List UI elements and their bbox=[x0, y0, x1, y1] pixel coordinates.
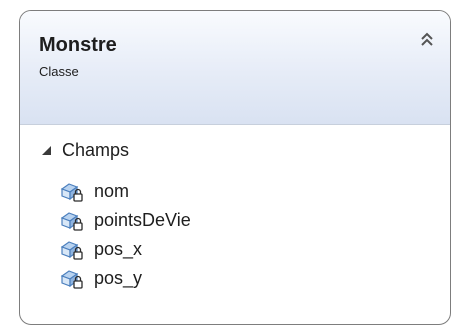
private-field-icon bbox=[60, 211, 83, 231]
field-item-pos_x[interactable]: pos_x bbox=[60, 235, 191, 264]
class-shape[interactable]: Monstre Classe Champs nom pointsDeVie po… bbox=[19, 10, 451, 325]
fields-section-label: Champs bbox=[62, 139, 130, 160]
field-label: nom bbox=[94, 181, 130, 201]
field-label: pos_x bbox=[94, 239, 143, 259]
class-header: Monstre Classe bbox=[20, 11, 450, 124]
expanded-triangle-icon[interactable] bbox=[40, 144, 52, 156]
fields-list: nom pointsDeVie pos_x pos_y bbox=[60, 177, 191, 293]
header-divider bbox=[20, 124, 450, 125]
field-item-pointsDeVie[interactable]: pointsDeVie bbox=[60, 206, 191, 235]
double-chevron-up-icon[interactable] bbox=[418, 30, 436, 48]
field-label: pointsDeVie bbox=[94, 210, 191, 230]
fields-section-header[interactable]: Champs bbox=[40, 137, 129, 163]
field-item-nom[interactable]: nom bbox=[60, 177, 191, 206]
field-label: pos_y bbox=[94, 268, 143, 288]
class-stereotype: Classe bbox=[39, 64, 79, 79]
private-field-icon bbox=[60, 240, 83, 260]
private-field-icon bbox=[60, 182, 83, 202]
class-name: Monstre bbox=[39, 34, 117, 56]
field-item-pos_y[interactable]: pos_y bbox=[60, 264, 191, 293]
private-field-icon bbox=[60, 269, 83, 289]
